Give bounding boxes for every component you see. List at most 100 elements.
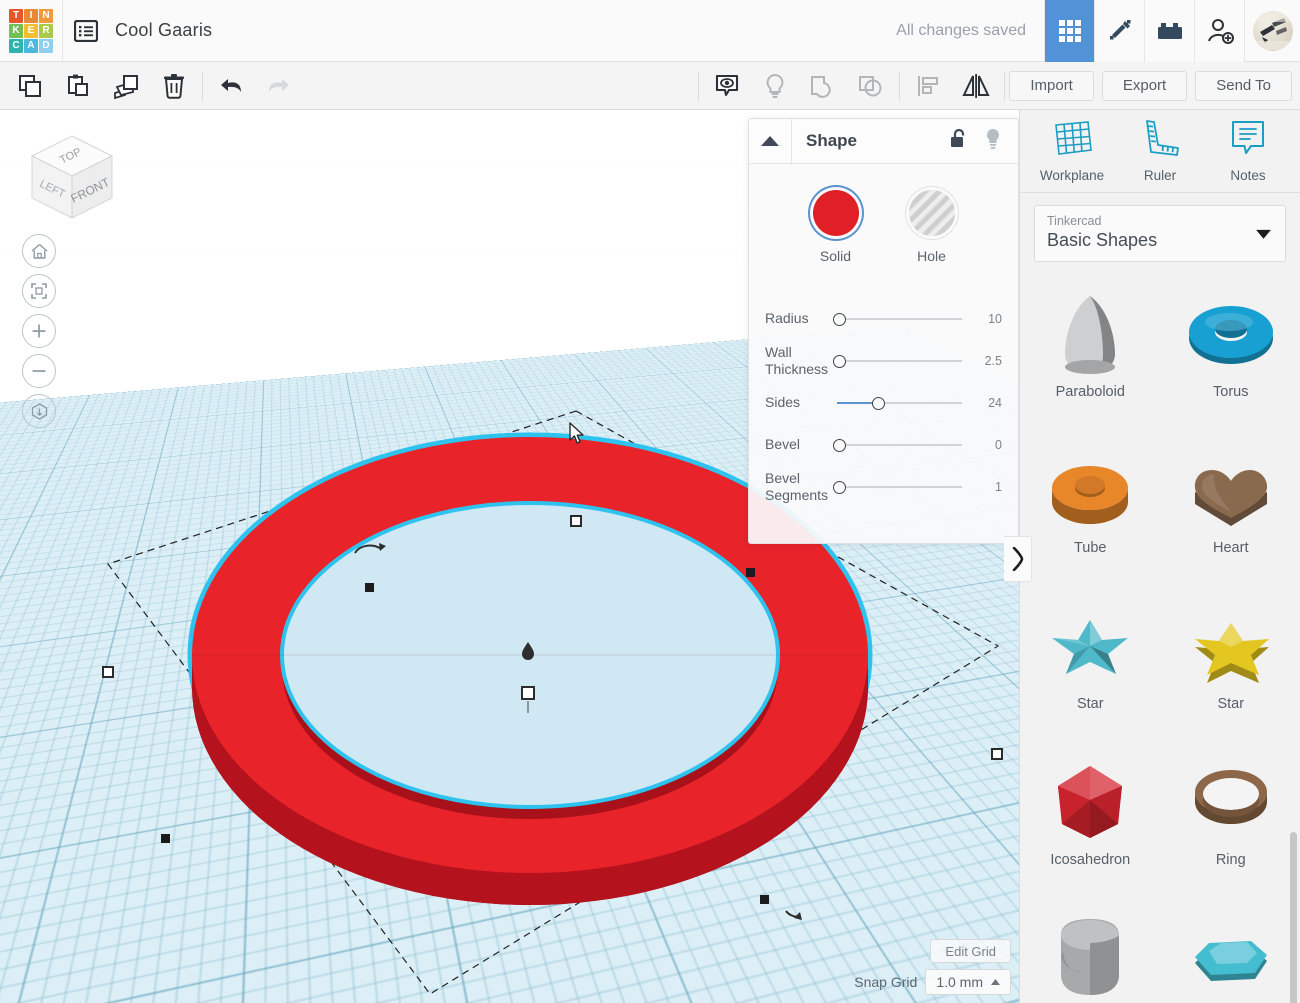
- redo-arrow-icon: [269, 78, 289, 92]
- star-5-thick-shape: [1194, 623, 1269, 683]
- solid-color-swatch[interactable]: [812, 190, 859, 236]
- gallery-item-ring-7[interactable]: Ring: [1161, 740, 1300, 896]
- codeblocks-button[interactable]: [1094, 0, 1144, 62]
- eye-bubble-icon: [716, 74, 739, 96]
- library-name: Basic Shapes: [1047, 230, 1158, 250]
- gallery-item-dice-8[interactable]: Dice: [1020, 896, 1161, 1003]
- align-button[interactable]: [904, 62, 952, 110]
- lock-toggle-button[interactable]: [949, 128, 968, 154]
- scale-handle-right[interactable]: [991, 748, 1003, 760]
- export-button[interactable]: Export: [1101, 70, 1188, 101]
- copy-button[interactable]: [6, 62, 54, 110]
- view-cube[interactable]: TOP LEFT FRONT: [20, 128, 125, 233]
- slider-value-4[interactable]: 1: [968, 480, 1002, 494]
- slider-value-1[interactable]: 2.5: [968, 354, 1002, 368]
- gallery-label-5: Star: [1217, 696, 1245, 712]
- snap-grid-select[interactable]: 1.0 mm: [925, 969, 1011, 995]
- gallery-item-torus-1[interactable]: Torus: [1161, 272, 1300, 428]
- show-hide-button[interactable]: [703, 62, 751, 110]
- light-button[interactable]: [751, 62, 799, 110]
- workplane-label: Workplane: [1039, 168, 1105, 183]
- slider-knob-4[interactable]: [833, 480, 846, 494]
- slider-track-4[interactable]: [833, 477, 968, 497]
- scale-handle-top[interactable]: [570, 515, 582, 527]
- fit-view-button[interactable]: [22, 274, 56, 308]
- main-toolbar: Import Export Send To: [0, 62, 1300, 110]
- invite-button[interactable]: [1194, 0, 1244, 62]
- slider-value-0[interactable]: 10: [968, 312, 1002, 326]
- clipboard-icon: [68, 74, 88, 96]
- solid-hole-toggle: Solid Hole: [749, 190, 1018, 264]
- group-button[interactable]: [799, 62, 847, 110]
- gallery-item-star-5[interactable]: Star: [1161, 584, 1300, 740]
- grid-view-button[interactable]: [1044, 0, 1094, 62]
- page-title[interactable]: Cool Gaaris: [115, 20, 212, 41]
- logo-tile-k: K: [9, 23, 23, 38]
- panel-expand-button[interactable]: [1004, 536, 1032, 582]
- gallery-item-paraboloid-0[interactable]: Paraboloid: [1020, 272, 1161, 428]
- slider-value-2[interactable]: 24: [968, 396, 1002, 410]
- gallery-item-icosahedron-6[interactable]: Icosahedron: [1020, 740, 1161, 896]
- slider-value-3[interactable]: 0: [968, 438, 1002, 452]
- home-view-button[interactable]: [22, 234, 56, 268]
- blocks-button[interactable]: [1144, 0, 1194, 62]
- edge-handle-bottomright[interactable]: [760, 895, 769, 904]
- redo-button[interactable]: [255, 62, 303, 110]
- edge-handle-topleft[interactable]: [365, 583, 374, 592]
- notes-tool[interactable]: Notes: [1210, 119, 1286, 183]
- ortho-perspective-button[interactable]: [22, 394, 56, 428]
- undo-button[interactable]: [207, 62, 255, 110]
- zoom-out-button[interactable]: [22, 354, 56, 388]
- shape-gallery[interactable]: Paraboloid Torus Tube Heart Star Star Ic…: [1020, 272, 1300, 1003]
- slider-track-2[interactable]: [837, 393, 968, 413]
- scale-handle-left[interactable]: [102, 666, 114, 678]
- lightbulb-icon: [987, 128, 999, 149]
- paste-button[interactable]: [54, 62, 102, 110]
- import-button[interactable]: Import: [1009, 70, 1094, 101]
- edge-handle-left[interactable]: [161, 834, 170, 843]
- user-avatar-button[interactable]: [1244, 0, 1300, 62]
- ruler-tool[interactable]: Ruler: [1122, 119, 1198, 183]
- library-owner: Tinkercad: [1047, 214, 1102, 228]
- toolbar-right-group: Import Export Send To: [694, 62, 1300, 110]
- solid-option[interactable]: Solid: [812, 190, 859, 264]
- mirror-icon: [962, 73, 990, 98]
- slider-track-1[interactable]: [833, 351, 968, 371]
- duplicate-button[interactable]: [102, 62, 150, 110]
- trash-icon: [164, 73, 184, 99]
- gallery-scrollbar-thumb[interactable]: [1290, 832, 1297, 1003]
- ungroup-button[interactable]: [847, 62, 895, 110]
- hole-pattern-swatch[interactable]: [908, 190, 955, 236]
- shape-panel-collapse-button[interactable]: [749, 119, 792, 163]
- grid-controls: Edit Grid Snap Grid 1.0 mm: [854, 939, 1011, 995]
- undo-arrow-icon: [221, 78, 241, 92]
- gallery-item-heart-3[interactable]: Heart: [1161, 428, 1300, 584]
- slider-track-0[interactable]: [833, 309, 968, 329]
- shape-library-select[interactable]: Tinkercad Basic Shapes: [1034, 205, 1286, 262]
- light-toggle-button[interactable]: [984, 128, 1002, 155]
- project-menu-button[interactable]: [63, 0, 109, 62]
- slider-knob-2[interactable]: [872, 396, 886, 410]
- hole-option[interactable]: Hole: [908, 190, 955, 264]
- gallery-label-3: Heart: [1213, 540, 1249, 556]
- snap-grid-value: 1.0 mm: [936, 974, 983, 990]
- gallery-item-star-4[interactable]: Star: [1020, 584, 1161, 740]
- slider-track-3[interactable]: [833, 435, 968, 455]
- slider-knob-3[interactable]: [833, 438, 846, 452]
- send-to-button[interactable]: Send To: [1195, 70, 1292, 101]
- slider-knob-1[interactable]: [833, 354, 846, 368]
- slider-knob-0[interactable]: [833, 312, 846, 326]
- edit-grid-button[interactable]: Edit Grid: [930, 939, 1011, 963]
- gallery-label-4: Star: [1076, 696, 1104, 712]
- workplane-tool[interactable]: Workplane: [1034, 119, 1110, 183]
- gallery-item-diamond-9[interactable]: Diamond: [1161, 896, 1300, 1003]
- home-icon: [31, 243, 47, 259]
- edge-handle-right[interactable]: [746, 568, 755, 577]
- tinkercad-logo[interactable]: TIN KER CAD: [0, 0, 62, 62]
- gallery-item-tube-2[interactable]: Tube: [1020, 428, 1161, 584]
- unlocked-padlock-icon: [951, 128, 965, 147]
- mirror-button[interactable]: [952, 62, 1000, 110]
- delete-button[interactable]: [150, 62, 198, 110]
- align-icon: [918, 75, 939, 96]
- zoom-in-button[interactable]: [22, 314, 56, 348]
